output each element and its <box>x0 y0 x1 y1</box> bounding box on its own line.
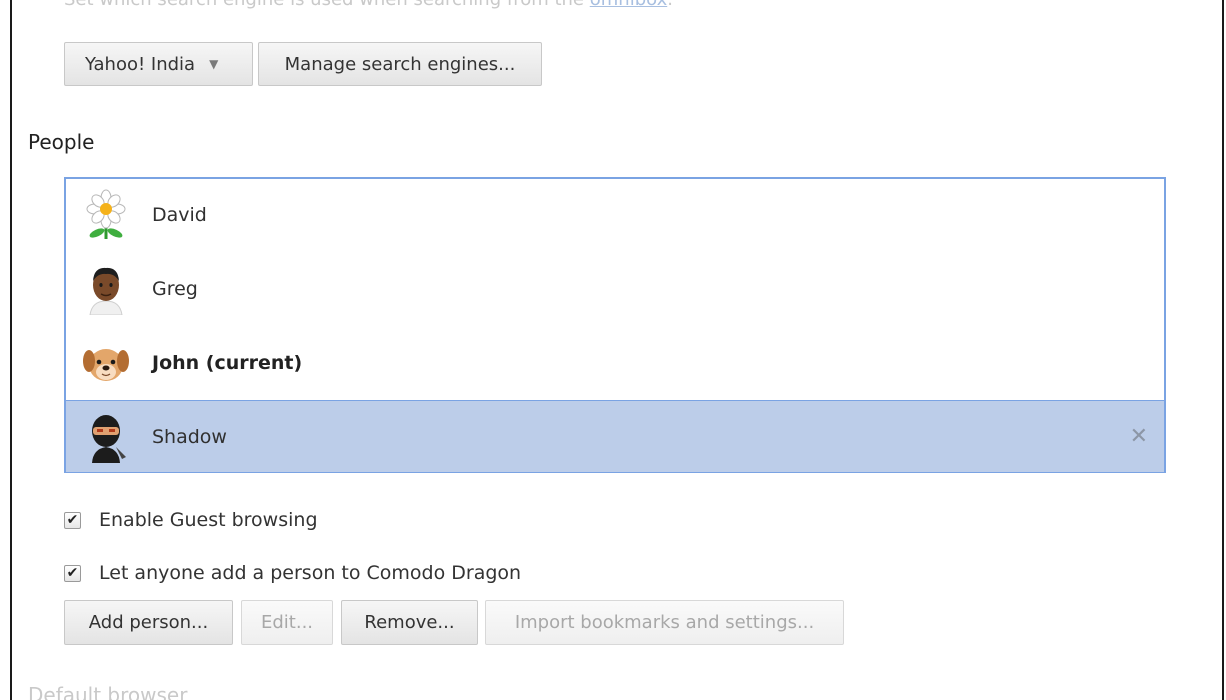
daisy-flower-icon <box>86 189 126 239</box>
manage-search-engines-button[interactable]: Manage search engines... <box>258 42 542 86</box>
search-engine-description: Set which search engine is used when sea… <box>64 0 673 10</box>
checkmark-icon: ✔ <box>66 565 79 581</box>
ninja-avatar-icon <box>92 414 126 463</box>
person-name: Shadow <box>152 425 227 448</box>
anyone-add-person-checkbox[interactable]: ✔ <box>64 564 81 582</box>
default-browser-section-title: Default browser <box>28 683 188 700</box>
settings-page: Set which search engine is used when sea… <box>10 0 1224 700</box>
search-engine-select[interactable]: Yahoo! India ▼ <box>64 42 253 86</box>
add-person-button[interactable]: Add person... <box>64 600 233 645</box>
checkmark-icon: ✔ <box>66 512 79 528</box>
import-bookmarks-button[interactable]: Import bookmarks and settings... <box>485 600 844 645</box>
list-item-john[interactable]: John (current) <box>66 327 1164 399</box>
people-list[interactable]: David Greg John (current) Shadow ✕ <box>64 177 1166 473</box>
search-description-text: Set which search engine is used when sea… <box>64 0 590 10</box>
people-section-title: People <box>28 130 95 154</box>
guest-browsing-row[interactable]: ✔ Enable Guest browsing <box>64 509 318 531</box>
search-description-end: . <box>667 0 673 10</box>
person-name: David <box>152 204 207 226</box>
anyone-add-person-row[interactable]: ✔ Let anyone add a person to Comodo Drag… <box>64 562 521 584</box>
remove-person-button[interactable]: Remove... <box>341 600 478 645</box>
omnibox-link[interactable]: omnibox <box>590 0 668 10</box>
man-avatar-icon <box>89 267 123 315</box>
guest-browsing-checkbox[interactable]: ✔ <box>64 511 81 529</box>
list-item-david[interactable]: David <box>66 179 1164 251</box>
puppy-avatar-icon <box>83 349 129 381</box>
list-item-shadow[interactable]: Shadow ✕ <box>66 400 1164 472</box>
dropdown-arrow-icon: ▼ <box>209 57 219 71</box>
edit-person-button[interactable]: Edit... <box>241 600 333 645</box>
guest-browsing-label: Enable Guest browsing <box>99 509 318 531</box>
search-engine-value: Yahoo! India <box>85 53 196 75</box>
remove-person-x-icon[interactable]: ✕ <box>1130 424 1148 449</box>
list-item-greg[interactable]: Greg <box>66 253 1164 325</box>
person-name: Greg <box>152 278 198 300</box>
anyone-add-person-label: Let anyone add a person to Comodo Dragon <box>99 562 522 584</box>
person-name-current: John (current) <box>152 352 303 374</box>
